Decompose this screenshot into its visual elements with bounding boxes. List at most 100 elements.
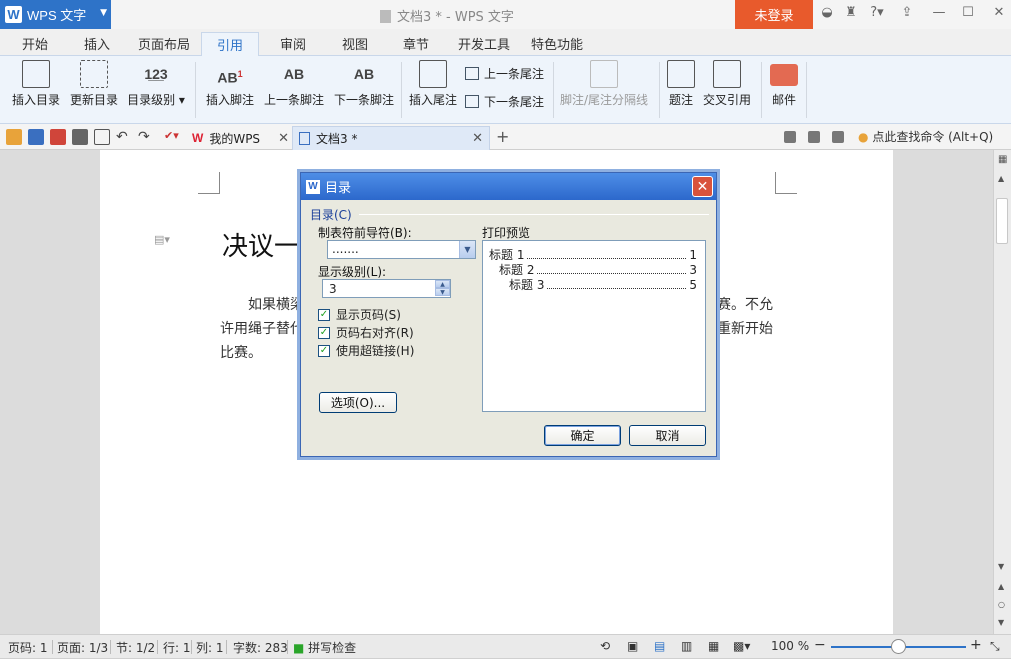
prev-endnote-button[interactable]: 上一条尾注 — [465, 65, 544, 82]
search-command[interactable]: ● 点此查找命令 (Alt+Q) — [858, 128, 993, 145]
print-preview-icon[interactable] — [94, 129, 110, 145]
web-view-icon[interactable]: ▦ — [708, 639, 719, 653]
scroll-options-icon[interactable]: ▦ — [998, 154, 1007, 165]
stepper-down-icon[interactable]: ▼ — [435, 288, 450, 296]
close-icon[interactable]: ✕ — [990, 5, 1008, 20]
mail-button[interactable]: 邮件 — [768, 60, 800, 108]
fit-page-icon[interactable]: ⤡ — [990, 639, 1000, 654]
tab-home[interactable]: 开始 — [22, 34, 48, 53]
toc-dialog: W 目录 ✕ 目录(C) 制表符前导符(B): ....... ▼ 显示级别(L… — [300, 172, 717, 457]
prev-page-icon[interactable]: ▲ — [998, 582, 1004, 591]
tab-references[interactable]: 引用 — [201, 32, 260, 57]
paragraph-options-icon[interactable]: ▤▾ — [154, 233, 170, 246]
open-folder-icon[interactable] — [6, 129, 22, 145]
dialog-close-icon[interactable]: ✕ — [692, 176, 713, 197]
shirt-icon[interactable]: ♜ — [842, 5, 860, 20]
status-divider — [110, 640, 111, 654]
hyperlink-checkbox[interactable]: ✓ 使用超链接(H) — [318, 342, 414, 359]
insert-footnote-button[interactable]: AB1 插入脚注 — [202, 60, 258, 108]
cancel-button[interactable]: 取消 — [629, 425, 706, 446]
minimize-icon[interactable]: — — [930, 5, 948, 20]
tab-document[interactable]: 文档3 * ✕ — [292, 126, 490, 150]
scroll-up-icon[interactable]: ▲ — [998, 174, 1004, 183]
insert-endnote-button[interactable]: 插入尾注 — [406, 60, 460, 108]
print-icon[interactable] — [72, 129, 88, 145]
share-icon[interactable] — [808, 131, 820, 143]
tab-review[interactable]: 审阅 — [280, 34, 306, 53]
next-footnote-button[interactable]: AB 下一条脚注 — [332, 60, 396, 108]
tab-section[interactable]: 章节 — [403, 34, 429, 53]
tab-my-wps[interactable]: W 我的WPS ✕ — [186, 126, 290, 150]
prev-footnote-button[interactable]: AB 上一条脚注 — [262, 60, 326, 108]
status-pages: 页面: 1/3 — [57, 641, 109, 655]
refresh-toc-icon — [80, 60, 108, 88]
canvas-right — [893, 150, 993, 634]
show-page-checkbox[interactable]: ✓ 显示页码(S) — [318, 306, 401, 323]
chevron-down-icon: ▼ — [100, 8, 107, 18]
status-page: 页码: 1 — [8, 641, 48, 655]
undo-icon[interactable]: ↶ — [116, 129, 132, 145]
next-endnote-button[interactable]: 下一条尾注 — [465, 93, 544, 110]
close-tab-icon[interactable]: ✕ — [472, 131, 483, 146]
pdf-icon[interactable] — [50, 129, 66, 145]
footnote-separator-button[interactable]: 脚注/尾注分隔线 — [556, 60, 652, 108]
scroll-thumb[interactable] — [996, 198, 1008, 244]
scroll-down-icon[interactable]: ▼ — [998, 562, 1004, 571]
ok-button[interactable]: 确定 — [544, 425, 621, 446]
spell-check[interactable]: ■ 拼写检查 — [293, 639, 356, 656]
toc-level-button[interactable]: 1̲2̲3 目录级别 ▾ — [124, 60, 188, 108]
settings-icon[interactable] — [832, 131, 844, 143]
outline-view-icon[interactable]: ▥ — [681, 639, 692, 653]
skin-icon[interactable]: ◒ — [818, 5, 836, 20]
page-view-icon[interactable]: ▤ — [654, 639, 665, 653]
select-browse-icon[interactable]: ○ — [998, 600, 1005, 609]
zoom-out-icon[interactable]: − — [814, 637, 826, 653]
levels-stepper[interactable]: 3 ▲ ▼ — [322, 279, 451, 298]
leader-label: 制表符前导符(B): — [318, 226, 412, 240]
redo-icon[interactable]: ↷ — [138, 129, 154, 145]
status-bar: 页码: 1 页面: 1/3 节: 1/2 行: 1 列: 1 字数: 283 ■… — [0, 634, 1011, 658]
stepper-buttons[interactable]: ▲ ▼ — [435, 280, 450, 297]
prev-footnote-icon: AB — [283, 66, 305, 82]
tab-page-layout[interactable]: 页面布局 — [138, 34, 190, 53]
vertical-scrollbar[interactable]: ▦ ▲ ▼ ▲ ○ ▼ — [993, 150, 1011, 634]
tab-developer[interactable]: 开发工具 — [458, 34, 510, 53]
close-tab-icon[interactable]: ✕ — [278, 131, 289, 146]
new-tab-icon[interactable]: + — [496, 127, 512, 146]
sync-icon[interactable] — [784, 131, 796, 143]
align-right-checkbox[interactable]: ✓ 页码右对齐(R) — [318, 324, 414, 341]
cross-reference-button[interactable]: 交叉引用 — [702, 60, 752, 108]
zoom-level[interactable]: 100 % — [771, 639, 809, 653]
caption-button[interactable]: 题注 — [664, 60, 698, 108]
options-button[interactable]: 选项(O)... — [319, 392, 397, 413]
document-icon — [299, 132, 310, 145]
save-icon[interactable] — [28, 129, 44, 145]
customize-icon[interactable]: ✔▾ — [164, 129, 180, 145]
dot-leader — [547, 288, 687, 289]
leader-select[interactable]: ....... ▼ — [327, 240, 476, 259]
tab-insert[interactable]: 插入 — [84, 34, 110, 53]
prev-endnote-icon — [465, 67, 479, 80]
tab-view[interactable]: 视图 — [342, 34, 368, 53]
stepper-up-icon[interactable]: ▲ — [435, 280, 450, 288]
status-divider — [157, 640, 158, 654]
reading-mode-icon[interactable]: ▩▾ — [733, 639, 750, 653]
paragraph-line: 重新开始 — [717, 321, 773, 337]
dialog-title-bar[interactable]: W 目录 ✕ — [301, 173, 716, 200]
update-toc-button[interactable]: 更新目录 — [66, 60, 122, 108]
fullscreen-icon[interactable]: ▣ — [627, 639, 638, 653]
tab-special[interactable]: 特色功能 — [531, 34, 583, 53]
zoom-in-icon[interactable]: + — [970, 637, 982, 653]
insert-toc-button[interactable]: 插入目录 — [8, 60, 64, 108]
history-icon[interactable]: ⟲ — [600, 639, 610, 653]
next-page-icon[interactable]: ▼ — [998, 618, 1004, 627]
preview-row: 标题 35 — [509, 278, 697, 292]
upload-icon[interactable]: ⇪ — [898, 5, 916, 20]
help-icon[interactable]: ?▾ — [866, 5, 888, 20]
maximize-icon[interactable]: ☐ — [959, 5, 977, 20]
login-button[interactable]: 未登录 — [735, 0, 813, 29]
chevron-down-icon[interactable]: ▼ — [459, 241, 475, 258]
zoom-slider-thumb[interactable] — [891, 639, 906, 654]
mail-icon — [770, 64, 798, 86]
wps-menu-button[interactable]: W WPS 文字 ▼ — [0, 0, 111, 29]
